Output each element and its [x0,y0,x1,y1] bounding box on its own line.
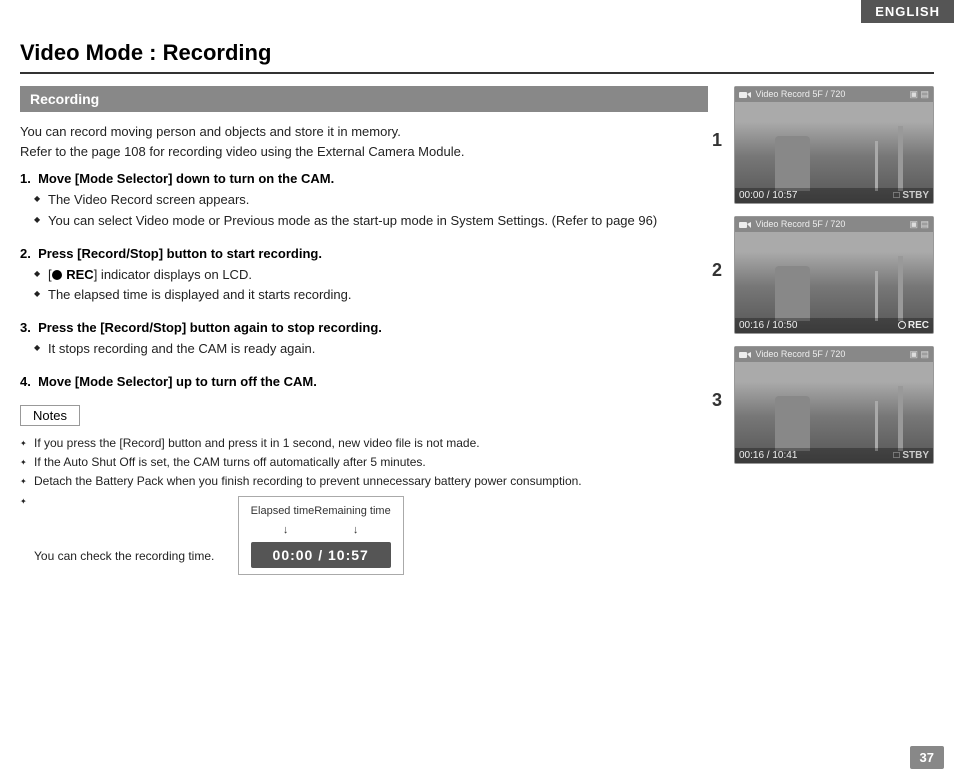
section-header: Recording [20,86,708,112]
note-3: Detach the Battery Pack when you finish … [20,472,708,491]
language-badge: ENGLISH [861,0,954,23]
cam-1-time: 00:00 / 10:57 [739,190,797,201]
cam-2-time: 00:16 / 10:50 [739,320,797,331]
step-2-bullet-1: [ REC] indicator displays on LCD. [38,265,708,286]
remaining-label: Remaining time [314,503,390,521]
notes-list: If you press the [Record] button and pre… [20,434,708,575]
step-1-bullet-2: You can select Video mode or Previous mo… [38,211,708,232]
camera-screenshot-3: 3 Video Record 5F / 720 ▣ ▤ [734,346,934,464]
step-3-bullet-1: It stops recording and the CAM is ready … [38,339,708,360]
step-2-title: Press [Record/Stop] button to start reco… [38,246,322,261]
cam-3-bottom-bar: 00:16 / 10:41 □ STBY [735,448,933,463]
cam-2-top-bar: Video Record 5F / 720 ▣ ▤ [735,217,933,232]
remaining-arrow: ↓ [353,522,359,540]
cam-1-label: Video Record 5F / 720 [739,89,845,100]
elapsed-label: Elapsed time [251,503,315,521]
page-number: 37 [910,746,944,769]
cam-1-icons: ▣ ▤ [909,89,929,100]
step-3: 3. Press the [Record/Stop] button again … [20,320,708,360]
elapsed-time-diagram: Elapsed time Remaining time ↓ ↓ 00:00 / … [238,496,404,576]
step-1-bullets: The Video Record screen appears. You can… [38,190,708,232]
step-4-number: 4. [20,374,31,389]
step-4-title: Move [Mode Selector] up to turn off the … [38,374,317,389]
right-column: 1 Video Record 5F / 720 ▣ ▤ [734,86,934,575]
step-1-title: Move [Mode Selector] down to turn on the… [38,171,334,186]
cam-2-number: 2 [712,260,722,281]
elapsed-timecode: 00:00 / 10:57 [251,542,391,568]
camera-screenshot-1: 1 Video Record 5F / 720 ▣ ▤ [734,86,934,204]
note-4: You can check the recording time. Elapse… [20,492,708,576]
page-title: Video Mode : Recording [20,40,934,74]
cam-1-top-bar: Video Record 5F / 720 ▣ ▤ [735,87,933,102]
intro-text: You can record moving person and objects… [20,122,708,161]
step-4: 4. Move [Mode Selector] up to turn off t… [20,374,708,389]
step-2-bullets: [ REC] indicator displays on LCD. The el… [38,265,708,307]
step-1-bullet-1: The Video Record screen appears. [38,190,708,211]
step-2-bullet-2: The elapsed time is displayed and it sta… [38,285,708,306]
cam-3-top-bar: Video Record 5F / 720 ▣ ▤ [735,347,933,362]
step-1: 1. Move [Mode Selector] down to turn on … [20,171,708,232]
cam-2-status: REC [898,320,929,331]
cam-3-icons: ▣ ▤ [909,349,929,360]
note-1: If you press the [Record] button and pre… [20,434,708,453]
camera-screenshot-2: 2 Video Record 5F / 720 ▣ ▤ [734,216,934,334]
cam-3-number: 3 [712,390,722,411]
step-2: 2. Press [Record/Stop] button to start r… [20,246,708,307]
notes-section: Notes If you press the [Record] button a… [20,405,708,575]
cam-3-label: Video Record 5F / 720 [739,349,845,360]
cam-2-bottom-bar: 00:16 / 10:50 REC [735,318,933,333]
step-3-number: 3. [20,320,31,335]
note-2: If the Auto Shut Off is set, the CAM tur… [20,453,708,472]
cam-1-status: □ STBY [894,190,930,201]
step-1-number: 1. [20,171,31,186]
step-2-number: 2. [20,246,31,261]
cam-1-bottom-bar: 00:00 / 10:57 □ STBY [735,188,933,203]
step-3-bullets: It stops recording and the CAM is ready … [38,339,708,360]
cam-1-number: 1 [712,130,722,151]
notes-label: Notes [20,405,80,426]
left-column: Recording You can record moving person a… [20,86,718,575]
cam-3-status: □ STBY [894,450,930,461]
elapsed-arrow: ↓ [283,522,289,540]
cam-2-label: Video Record 5F / 720 [739,219,845,230]
step-3-title: Press the [Record/Stop] button again to … [38,320,382,335]
cam-2-icons: ▣ ▤ [909,219,929,230]
cam-3-time: 00:16 / 10:41 [739,450,797,461]
